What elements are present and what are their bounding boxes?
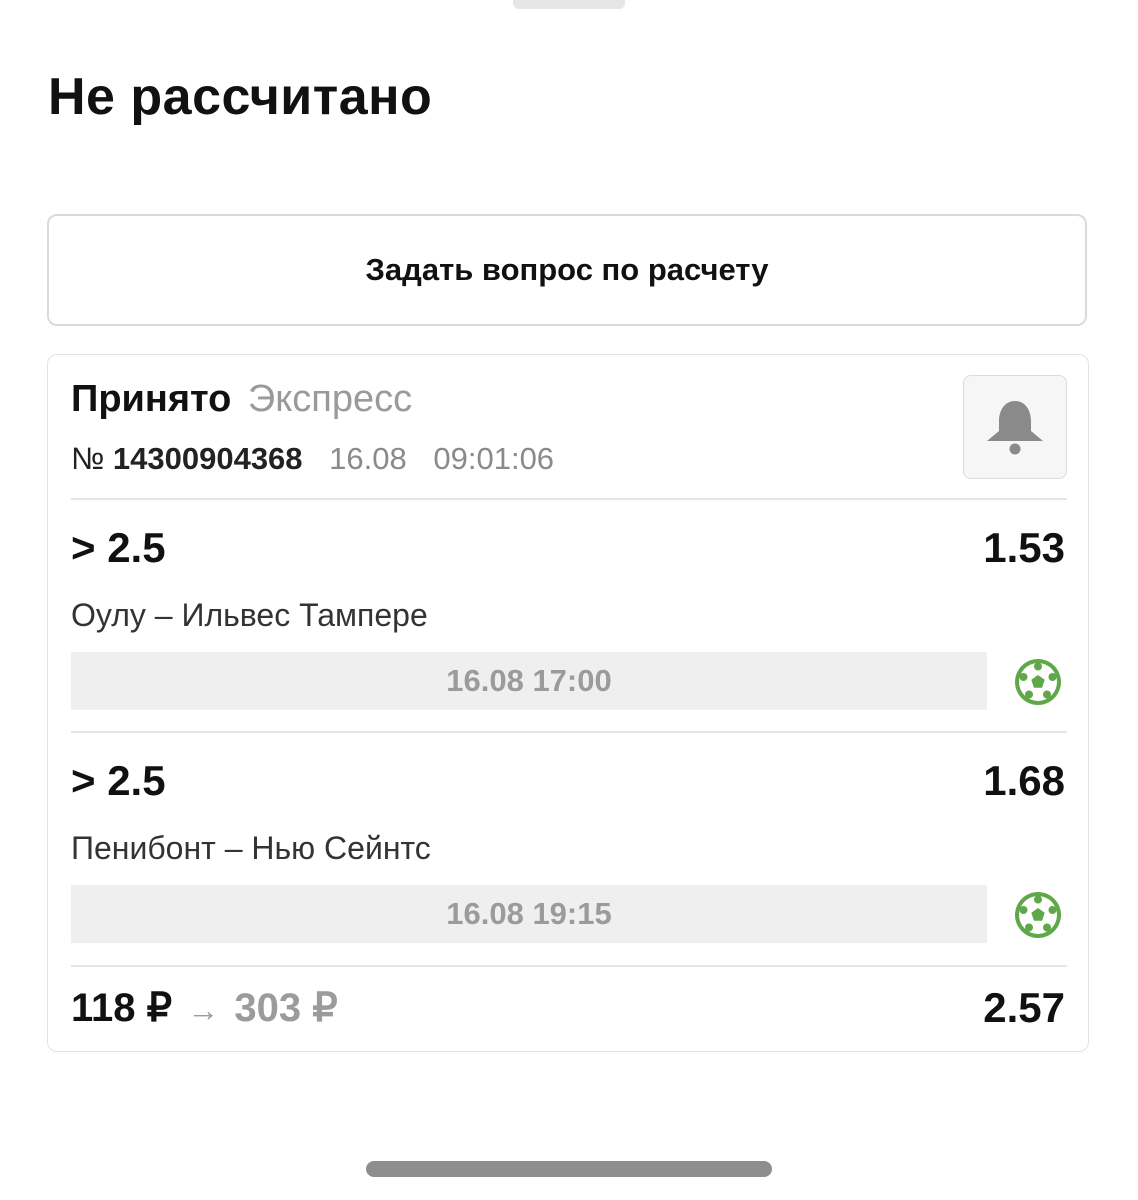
bet-card: Принято Экспресс № 14300904368 16.08 09:… — [47, 354, 1089, 1052]
home-indicator[interactable] — [366, 1161, 772, 1177]
soccer-ball-icon — [1015, 659, 1061, 705]
bet-number-label: № — [71, 441, 105, 476]
bet-date: 16.08 — [329, 441, 407, 476]
stake-and-payout: 118 ₽ → 303 ₽ — [71, 983, 338, 1035]
selection-event: Пенибонт – Нью Сейнтс — [71, 830, 431, 866]
bet-status-line: Принято Экспресс — [71, 375, 554, 423]
selection-outcome: > 2.5 — [71, 524, 166, 571]
bell-icon — [987, 401, 1043, 455]
selection-outcome: > 2.5 — [71, 757, 166, 804]
bet-status: Принято — [71, 378, 232, 420]
potential-payout: 303 ₽ — [234, 986, 338, 1030]
selection-odds: 1.68 — [983, 757, 1065, 804]
sheet-grabber[interactable] — [513, 0, 625, 9]
selection-item[interactable]: > 2.5 1.68 Пенибонт – Нью Сейнтс 16.08 1… — [48, 732, 1088, 943]
selection-odds: 1.53 — [983, 524, 1065, 571]
bet-meta: № 14300904368 16.08 09:01:06 — [71, 439, 554, 479]
bet-type: Экспресс — [247, 378, 413, 420]
selection-start-time: 16.08 17:00 — [71, 652, 987, 710]
page-title: Не рассчитано — [48, 68, 433, 126]
divider — [71, 965, 1067, 967]
selection-item[interactable]: > 2.5 1.53 Оулу – Ильвес Тампере 16.08 1… — [48, 499, 1088, 710]
selection-start-time: 16.08 19:15 — [71, 885, 987, 943]
bet-time: 09:01:06 — [433, 441, 555, 476]
total-odds: 2.57 — [983, 984, 1065, 1031]
notify-button[interactable] — [963, 375, 1067, 479]
stake-amount: 118 ₽ — [71, 986, 173, 1030]
soccer-ball-icon — [1015, 892, 1061, 938]
arrow-right-icon: → — [187, 992, 220, 1028]
bet-header: Принято Экспресс № 14300904368 16.08 09:… — [71, 375, 554, 479]
bet-summary: 118 ₽ → 303 ₽ 2.57 — [71, 983, 1065, 1033]
selection-event: Оулу – Ильвес Тампере — [71, 597, 428, 633]
ask-settlement-question-button[interactable]: Задать вопрос по расчету — [47, 214, 1087, 326]
bet-number: 14300904368 — [112, 441, 303, 476]
